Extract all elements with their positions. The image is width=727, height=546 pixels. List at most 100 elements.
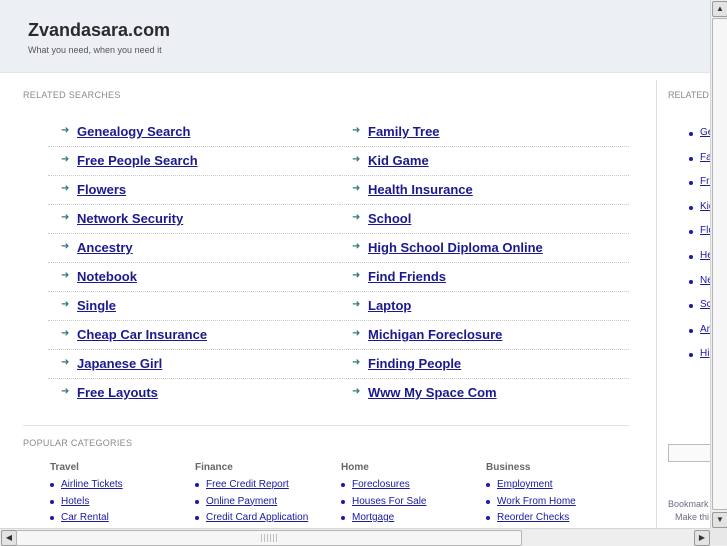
category-link[interactable]: Hotels bbox=[61, 496, 89, 507]
arrow-right-icon: ➜ bbox=[61, 328, 70, 339]
related-search-item[interactable]: ➜ Free Layouts bbox=[48, 379, 338, 408]
category-link[interactable]: Employment bbox=[497, 479, 553, 490]
related-search-link[interactable]: Cheap Car Insurance bbox=[77, 327, 207, 342]
related-search-item[interactable]: ➜ Genealogy Search bbox=[48, 118, 338, 147]
related-search-item[interactable]: ➜ Notebook bbox=[48, 263, 338, 292]
related-search-link[interactable]: School bbox=[368, 211, 411, 226]
related-search-link[interactable]: Laptop bbox=[368, 298, 411, 313]
related-search-link[interactable]: Free People Search bbox=[77, 153, 198, 168]
related-search-item[interactable]: ➜ Japanese Girl bbox=[48, 350, 338, 379]
related-search-item[interactable]: ➜ Cheap Car Insurance bbox=[48, 321, 338, 350]
vertical-scroll-thumb[interactable] bbox=[712, 18, 727, 510]
related-search-link[interactable]: Japanese Girl bbox=[77, 356, 162, 371]
category-item[interactable]: Reorder Checks bbox=[486, 511, 626, 528]
arrow-right-icon: ➜ bbox=[352, 241, 361, 252]
category-item[interactable]: Online Payment bbox=[195, 495, 335, 512]
arrow-right-icon: ➜ bbox=[61, 386, 70, 397]
arrow-right-icon: ➜ bbox=[61, 183, 70, 194]
related-search-link[interactable]: Find Friends bbox=[368, 269, 446, 284]
related-search-link[interactable]: Flowers bbox=[77, 182, 126, 197]
related-search-link[interactable]: Family Tree bbox=[368, 124, 440, 139]
category-link[interactable]: Reorder Checks bbox=[497, 512, 569, 523]
related-search-item[interactable]: ➜ Network Security bbox=[48, 205, 338, 234]
scroll-left-button[interactable]: ◀ bbox=[1, 530, 17, 546]
category-link[interactable]: Houses For Sale bbox=[352, 496, 426, 507]
related-search-item[interactable]: ➜ Free People Search bbox=[48, 147, 338, 176]
related-search-link[interactable]: High School Diploma Online bbox=[368, 240, 543, 255]
vertical-scrollbar[interactable]: ▲ ▼ bbox=[710, 0, 727, 528]
category-link[interactable]: Free Credit Report bbox=[206, 479, 289, 490]
arrow-right-icon: ➜ bbox=[352, 183, 361, 194]
arrow-right-icon: ➜ bbox=[352, 328, 361, 339]
category-item[interactable]: Foreclosures bbox=[341, 478, 481, 495]
related-search-link[interactable]: Notebook bbox=[77, 269, 137, 284]
related-search-link[interactable]: Kid Game bbox=[368, 153, 429, 168]
site-title[interactable]: Zvandasara.com bbox=[28, 20, 170, 41]
right-related-title: RELATED bbox=[668, 90, 709, 100]
related-search-item[interactable]: ➜ Family Tree bbox=[339, 118, 629, 147]
related-search-item[interactable]: ➜ Health Insurance bbox=[339, 176, 629, 205]
bullet-icon bbox=[689, 230, 693, 234]
related-search-item[interactable]: ➜ Finding People bbox=[339, 350, 629, 379]
popular-categories-title: POPULAR CATEGORIES bbox=[23, 438, 133, 448]
category-item[interactable]: Mortgage bbox=[341, 511, 481, 528]
related-search-link[interactable]: Network Security bbox=[77, 211, 183, 226]
category-heading: Finance bbox=[195, 462, 233, 473]
category-item[interactable]: Employment bbox=[486, 478, 626, 495]
category-item[interactable]: Work From Home bbox=[486, 495, 626, 512]
related-search-link[interactable]: Genealogy Search bbox=[77, 124, 190, 139]
related-search-item[interactable]: ➜ Laptop bbox=[339, 292, 629, 321]
scroll-down-button[interactable]: ▼ bbox=[712, 512, 727, 528]
category-item[interactable]: Car Rental bbox=[50, 511, 190, 528]
related-search-item[interactable]: ➜ Single bbox=[48, 292, 338, 321]
bullet-icon bbox=[689, 181, 693, 185]
scroll-up-button[interactable]: ▲ bbox=[712, 1, 727, 17]
arrow-right-icon: ➜ bbox=[61, 125, 70, 136]
category-link[interactable]: Mortgage bbox=[352, 512, 394, 523]
related-search-item[interactable]: ➜ Find Friends bbox=[339, 263, 629, 292]
category-item[interactable]: Credit Card Application bbox=[195, 511, 335, 528]
main-content: RELATED SEARCHES ➜ Genealogy Search ➜ Free… bbox=[8, 80, 656, 528]
related-search-item[interactable]: ➜ High School Diploma Online bbox=[339, 234, 629, 263]
site-header: Zvandasara.com What you need, when you n… bbox=[0, 0, 710, 73]
related-search-link[interactable]: Www My Space Com bbox=[368, 385, 497, 400]
related-search-link[interactable]: Health Insurance bbox=[368, 182, 473, 197]
horizontal-scroll-thumb[interactable] bbox=[16, 530, 522, 546]
make-homepage-text[interactable]: Make thi bbox=[675, 512, 709, 522]
category-link[interactable]: Airline Tickets bbox=[61, 479, 123, 490]
bullet-icon bbox=[195, 516, 199, 520]
bullet-icon bbox=[50, 516, 54, 520]
category-item[interactable]: Hotels bbox=[50, 495, 190, 512]
related-search-item[interactable]: ➜ Ancestry bbox=[48, 234, 338, 263]
related-search-link[interactable]: Free Layouts bbox=[77, 385, 158, 400]
category-heading: Travel bbox=[50, 462, 79, 473]
bullet-icon bbox=[689, 280, 693, 284]
bullet-icon bbox=[50, 499, 54, 504]
related-search-link[interactable]: Single bbox=[77, 298, 116, 313]
related-searches-title: RELATED SEARCHES bbox=[23, 90, 121, 100]
related-search-item[interactable]: ➜ Flowers bbox=[48, 176, 338, 205]
related-search-link[interactable]: Finding People bbox=[368, 356, 461, 371]
category-item[interactable]: Houses For Sale bbox=[341, 495, 481, 512]
category-link[interactable]: Car Rental bbox=[61, 512, 109, 523]
category-item[interactable]: Airline Tickets bbox=[50, 478, 190, 495]
bullet-icon bbox=[689, 206, 693, 210]
bookmark-text[interactable]: Bookmark bbox=[668, 499, 709, 509]
bullet-icon bbox=[689, 353, 693, 357]
related-search-link[interactable]: Ancestry bbox=[77, 240, 133, 255]
scroll-right-button[interactable]: ▶ bbox=[694, 530, 710, 546]
horizontal-scrollbar[interactable]: ◀ ▶ bbox=[0, 528, 727, 546]
category-link[interactable]: Foreclosures bbox=[352, 479, 410, 490]
category-link[interactable]: Online Payment bbox=[206, 496, 277, 507]
category-item[interactable]: Free Credit Report bbox=[195, 478, 335, 495]
related-search-item[interactable]: ➜ Www My Space Com bbox=[339, 379, 629, 408]
right-sidebar: RELATED Ge Fa Fre Kid Flo He Ne Sc Anc H… bbox=[656, 80, 711, 530]
search-input-box[interactable] bbox=[668, 444, 711, 462]
category-link[interactable]: Work From Home bbox=[497, 496, 576, 507]
related-search-item[interactable]: ➜ Michigan Foreclosure bbox=[339, 321, 629, 350]
category-link[interactable]: Credit Card Application bbox=[206, 512, 308, 523]
related-search-link[interactable]: Michigan Foreclosure bbox=[368, 327, 502, 342]
related-search-item[interactable]: ➜ Kid Game bbox=[339, 147, 629, 176]
arrow-down-icon: ▼ bbox=[716, 515, 724, 524]
related-search-item[interactable]: ➜ School bbox=[339, 205, 629, 234]
